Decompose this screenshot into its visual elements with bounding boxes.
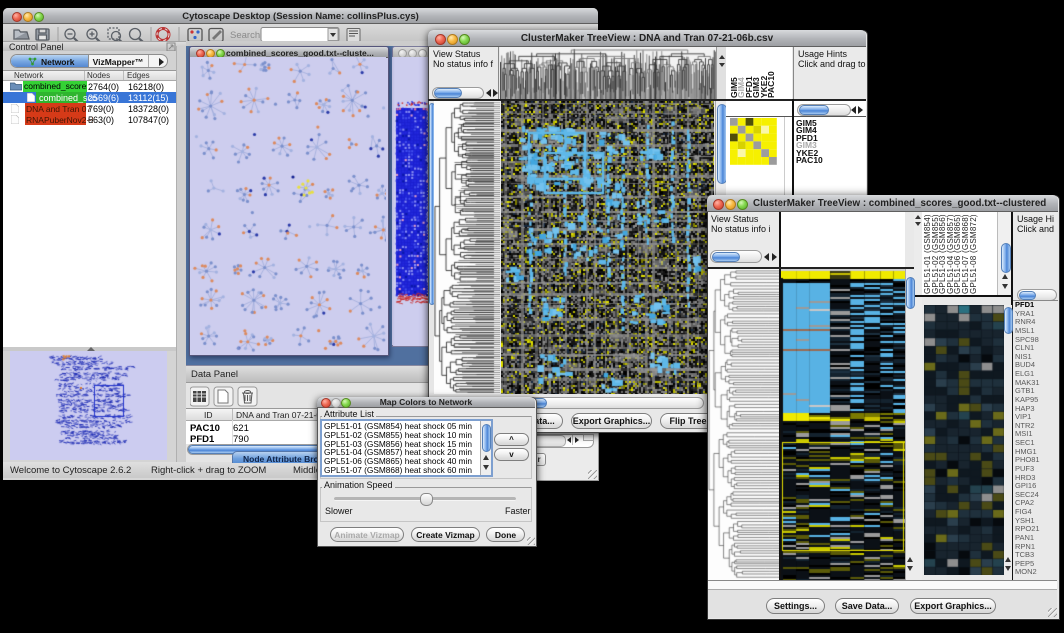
svg-text:Search:: Search: (230, 30, 263, 41)
